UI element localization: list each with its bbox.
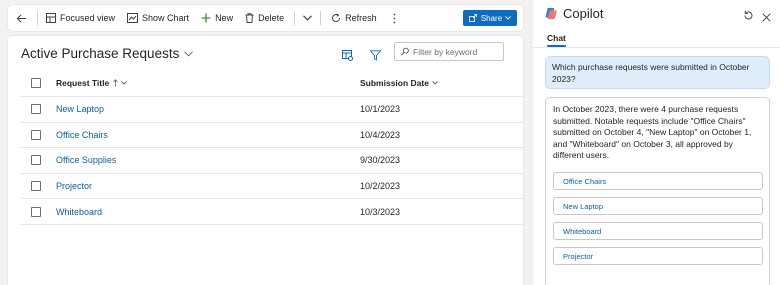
back-button[interactable] xyxy=(8,5,35,31)
request-title-link[interactable]: New Laptop xyxy=(56,104,104,114)
command-separator xyxy=(294,11,296,25)
reset-chat-button[interactable] xyxy=(743,8,754,26)
focused-view-label: Focused view xyxy=(60,13,116,23)
more-vertical-icon xyxy=(393,13,396,23)
close-copilot-button[interactable] xyxy=(762,9,771,27)
column-header-label: Submission Date xyxy=(360,78,429,88)
copilot-response: In October 2023, there were 4 purchase r… xyxy=(545,97,770,285)
command-separator xyxy=(320,11,322,25)
view-selector[interactable]: Active Purchase Requests xyxy=(21,46,194,61)
row-checkbox[interactable] xyxy=(31,155,41,166)
table-settings-icon xyxy=(342,50,353,61)
request-title-link[interactable]: Projector xyxy=(56,181,92,191)
new-button[interactable]: New xyxy=(193,5,237,31)
sort-up-icon xyxy=(113,79,119,87)
submission-date-cell: 10/2/2023 xyxy=(360,181,401,192)
filter-input[interactable] xyxy=(413,46,503,57)
back-arrow-icon xyxy=(16,13,27,23)
filter-icon xyxy=(369,50,382,61)
refresh-icon xyxy=(332,13,341,23)
column-header-submission-date[interactable]: Submission Date xyxy=(360,78,438,88)
delete-label: Delete xyxy=(258,13,285,23)
table-header-row: Request Title Submission Date xyxy=(20,70,523,97)
command-bar: Focused view Show Chart New Delete Refre… xyxy=(8,5,523,31)
row-checkbox[interactable] xyxy=(31,129,41,140)
table-row[interactable]: Whiteboard 10/3/2023 xyxy=(20,199,523,225)
column-header-request-title[interactable]: Request Title xyxy=(56,78,128,88)
grid-card: Active Purchase Requests Request Title xyxy=(8,36,523,285)
chart-icon xyxy=(127,13,139,23)
table-row[interactable]: Projector 10/2/2023 xyxy=(20,174,523,200)
submission-date-cell: 10/3/2023 xyxy=(360,206,401,217)
data-table: Request Title Submission Date New Laptop… xyxy=(20,70,523,225)
refresh-button[interactable]: Refresh xyxy=(323,5,381,31)
trash-icon xyxy=(245,13,254,23)
reset-icon xyxy=(744,10,753,20)
request-title-link[interactable]: Office Chairs xyxy=(56,130,108,140)
search-icon xyxy=(401,47,409,56)
citation-chips: Office Chairs New Laptop Whiteboard Proj… xyxy=(553,171,763,265)
chevron-down-icon xyxy=(184,50,194,57)
copilot-response-text: In October 2023, there were 4 purchase r… xyxy=(553,104,752,161)
show-chart-label: Show Chart xyxy=(142,13,190,23)
share-icon xyxy=(468,14,477,22)
citation-chip[interactable]: Whiteboard xyxy=(553,221,763,240)
filter-button[interactable] xyxy=(369,48,382,66)
copilot-header: Copilot xyxy=(545,6,603,21)
focused-view-button[interactable]: Focused view xyxy=(40,5,119,31)
row-checkbox[interactable] xyxy=(31,181,41,192)
select-all-checkbox[interactable] xyxy=(31,78,41,88)
request-title-link[interactable]: Whiteboard xyxy=(56,207,102,217)
edit-columns-button[interactable] xyxy=(342,48,353,66)
close-icon xyxy=(762,13,771,22)
more-commands-dropdown[interactable] xyxy=(297,5,318,31)
table-row[interactable]: Office Chairs 10/4/2023 xyxy=(20,123,523,149)
chevron-down-icon xyxy=(432,81,438,85)
submission-date-cell: 10/4/2023 xyxy=(360,129,401,140)
more-options-button[interactable] xyxy=(381,5,400,31)
citation-chip[interactable]: New Laptop xyxy=(553,196,763,215)
copilot-logo-icon xyxy=(545,7,557,20)
request-title-link[interactable]: Office Supplies xyxy=(56,155,116,165)
filter-search-box[interactable] xyxy=(394,42,504,61)
copilot-title: Copilot xyxy=(563,6,604,21)
chevron-down-icon xyxy=(505,16,511,20)
table-row[interactable]: Office Supplies 9/30/2023 xyxy=(20,148,523,174)
chevron-down-icon xyxy=(121,81,128,85)
main-panel: Focused view Show Chart New Delete Refre… xyxy=(0,0,529,285)
tab-chat[interactable]: Chat xyxy=(547,33,566,43)
table-row[interactable]: New Laptop 10/1/2023 xyxy=(20,97,523,123)
refresh-label: Refresh xyxy=(345,13,377,23)
citation-chip[interactable]: Office Chairs xyxy=(553,171,763,190)
row-checkbox[interactable] xyxy=(31,206,41,217)
citation-chip[interactable]: Projector xyxy=(553,246,763,265)
submission-date-cell: 9/30/2023 xyxy=(360,155,401,166)
row-checkbox[interactable] xyxy=(31,104,41,115)
copilot-pane: Copilot Chat Which purchase requests wer… xyxy=(533,0,780,285)
focused-view-icon xyxy=(46,13,56,23)
tab-divider xyxy=(533,47,780,48)
view-title: Active Purchase Requests xyxy=(21,46,180,61)
submission-date-cell: 10/1/2023 xyxy=(360,104,401,115)
share-label: Share xyxy=(480,13,503,23)
column-header-label: Request Title xyxy=(56,78,110,88)
delete-button[interactable]: Delete xyxy=(237,5,288,31)
user-message: Which purchase requests were submitted i… xyxy=(545,56,770,89)
show-chart-button[interactable]: Show Chart xyxy=(119,5,193,31)
share-button[interactable]: Share xyxy=(463,10,517,26)
new-label: New xyxy=(215,13,234,23)
command-separator xyxy=(37,11,38,25)
plus-icon xyxy=(201,13,211,23)
chevron-down-icon xyxy=(303,15,312,21)
